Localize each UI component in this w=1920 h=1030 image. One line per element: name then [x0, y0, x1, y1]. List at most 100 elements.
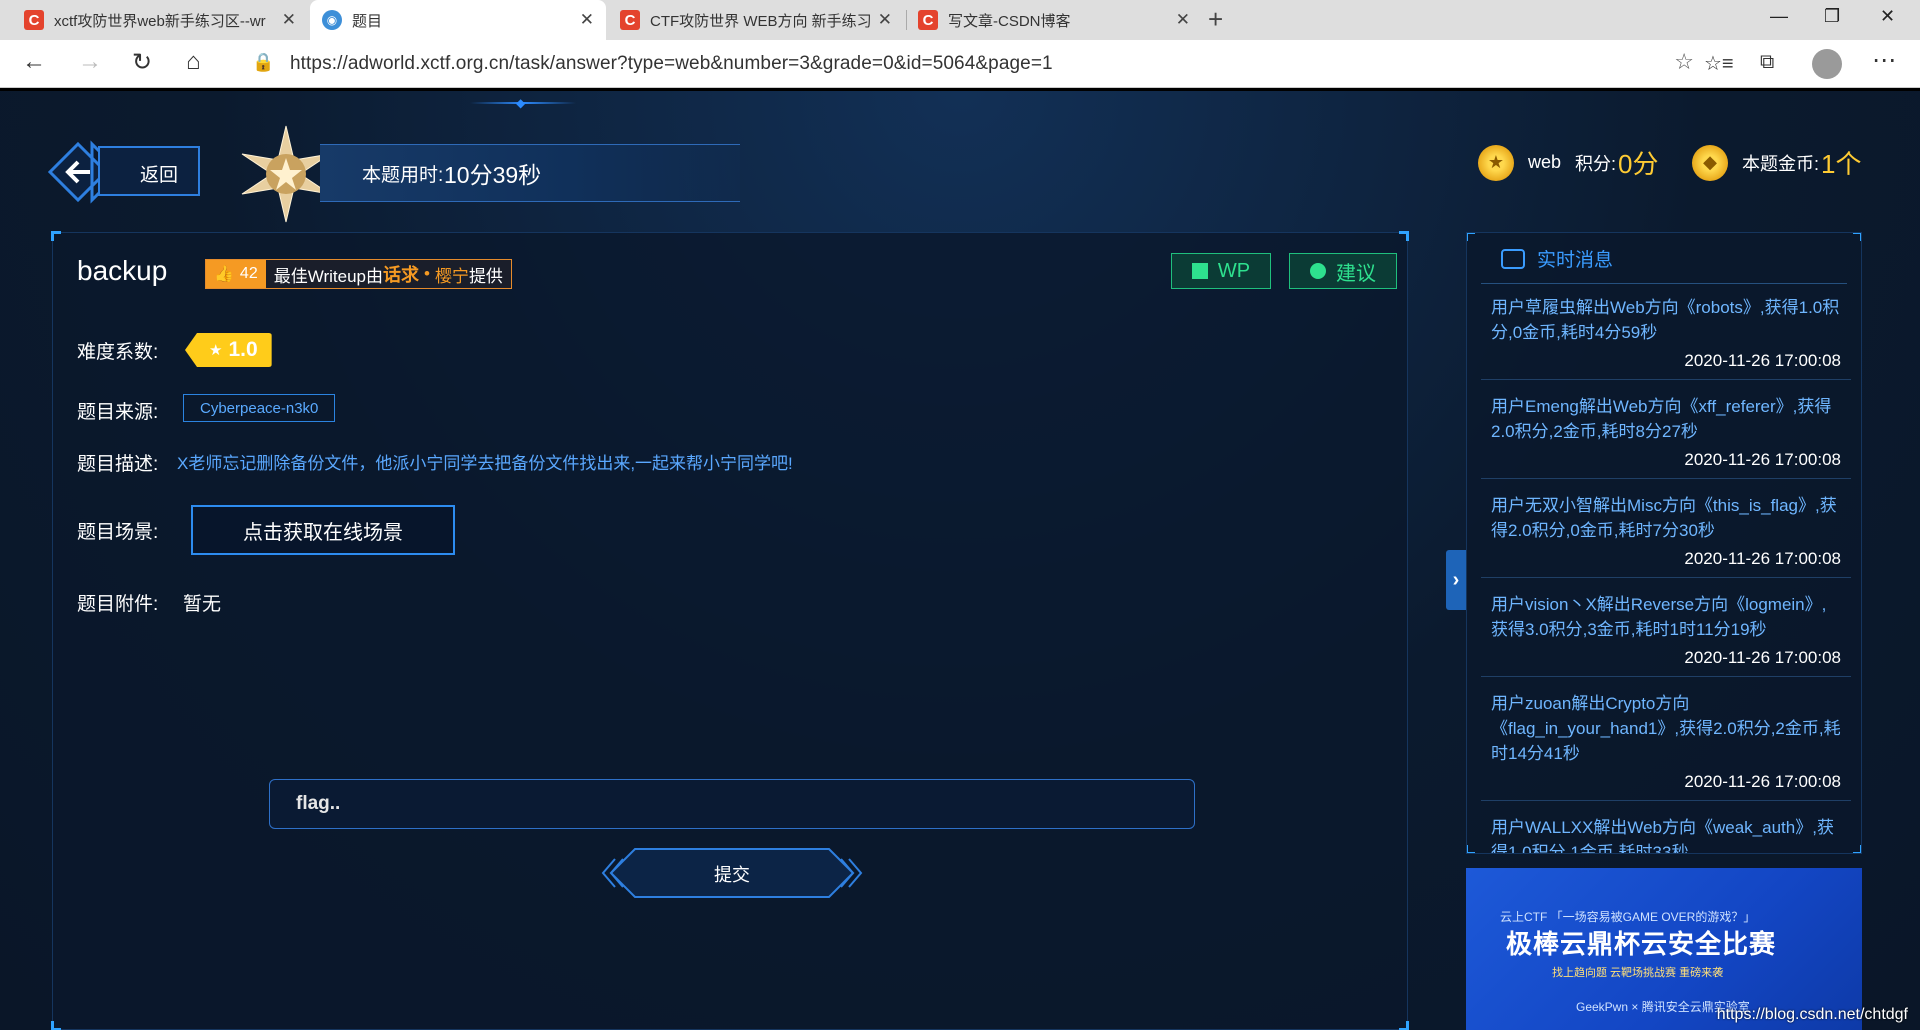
writeup-prefix: 最佳Writeup由: [273, 266, 383, 286]
news-item: 用户zuoan解出Crypto方向《flag_in_your_hand1》,获得…: [1481, 691, 1851, 801]
description-label: 题目描述:: [77, 454, 159, 475]
collections-icon[interactable]: ⧉: [1760, 51, 1774, 74]
new-tab-icon[interactable]: +: [1208, 4, 1223, 35]
task-title: backup: [77, 255, 168, 286]
corner-decoration: [1467, 233, 1475, 241]
close-icon[interactable]: ✕: [282, 10, 296, 30]
close-icon[interactable]: ✕: [878, 10, 892, 30]
refresh-icon[interactable]: ↻: [132, 48, 152, 77]
likes-count: 👍 42: [206, 260, 266, 288]
browser-tab-3[interactable]: C CTF攻防世界 WEB方向 新手练习 ✕: [608, 0, 904, 40]
window-close-icon[interactable]: ✕: [1880, 6, 1895, 27]
news-text: 用户vision丶X解出Reverse方向《logmein》,获得3.0积分,3…: [1491, 595, 1827, 639]
tab-title: 题目: [352, 12, 383, 30]
back-label: 返回: [140, 165, 179, 186]
corner-decoration: [51, 1021, 61, 1030]
star-icon: ★: [209, 342, 223, 359]
ad-tagline: 云上CTF 「一场容易被GAME OVER的游戏？」: [1500, 910, 1756, 924]
score-display: ★ web 积分: 0分: [1478, 144, 1659, 181]
back-arrow-icon[interactable]: ←: [22, 48, 46, 76]
corner-decoration: [1467, 845, 1475, 853]
coin-value: 1个: [1821, 149, 1862, 179]
coin-display: ◆ 本题金币: 1个: [1692, 144, 1861, 181]
adworld-icon: ◉: [322, 10, 342, 30]
csdn-icon: C: [24, 10, 44, 30]
news-text: 用户无双小智解出Misc方向《this_is_flag》,获得2.0积分,0金币…: [1491, 496, 1837, 540]
get-scene-button[interactable]: 点击获取在线场景: [191, 505, 455, 555]
watermark: https://blog.csdn.net/chtdgf: [1716, 1006, 1908, 1023]
live-news-panel: 实时消息 用户草履虫解出Web方向《robots》,获得1.0积分,0金币,耗时…: [1466, 232, 1862, 854]
more-menu-icon[interactable]: ⋯: [1872, 46, 1896, 75]
document-icon: [1191, 263, 1208, 279]
score-label: 积分:: [1575, 153, 1617, 174]
news-text: 用户WALLXX解出Web方向《weak_auth》,获得1.0积分,1金币,耗…: [1491, 818, 1834, 854]
difficulty-label: 难度系数:: [77, 342, 159, 363]
flag-input[interactable]: [269, 779, 1195, 829]
star-medal-icon: ★: [1478, 144, 1514, 181]
news-item: 用户vision丶X解出Reverse方向《logmein》,获得3.0积分,3…: [1481, 592, 1851, 677]
source-tag[interactable]: Cyberpeace-n3k0: [183, 394, 336, 422]
scene-label: 题目场景:: [77, 522, 159, 543]
back-button[interactable]: 返回: [48, 140, 202, 204]
close-icon[interactable]: ✕: [580, 10, 594, 30]
url-field[interactable]: 🔒 https://adworld.xctf.org.cn/task/answe…: [236, 46, 1702, 82]
writeup-badge[interactable]: 👍 42 最佳Writeup由 话求 • 樱宁 提供: [205, 259, 512, 289]
browser-tab-2[interactable]: ◉ 题目 ✕: [310, 0, 606, 40]
score-value: 0分: [1618, 149, 1659, 179]
news-text: 用户zuoan解出Crypto方向《flag_in_your_hand1》,获得…: [1491, 694, 1841, 763]
news-item: 用户无双小智解出Misc方向《this_is_flag》,获得2.0积分,0金币…: [1481, 493, 1851, 578]
browser-tab-4[interactable]: C 写文章-CSDN博客 ✕: [906, 0, 1202, 40]
description-text: X老师忘记删除备份文件，他派小宁同学去把备份文件找出来,一起来帮小宁同学吧!: [177, 454, 793, 473]
difficulty-value: 1.0: [228, 338, 258, 361]
task-panel: backup 👍 42 最佳Writeup由 话求 • 樱宁 提供 WP 建议 难…: [51, 231, 1409, 1030]
ad-title: 极棒云鼎杯云安全比赛: [1506, 929, 1777, 959]
thumbs-up-icon: 👍: [214, 266, 234, 283]
page-content: ◆ 返回 本题用时: 10分39秒 ★ web 积分: 0分 ◆ 本题金币: 1…: [0, 88, 1920, 1030]
wp-button[interactable]: WP: [1171, 253, 1271, 289]
coin-label: 本题金币:: [1742, 153, 1820, 174]
corner-decoration: [1853, 845, 1861, 853]
submit-button[interactable]: 提交: [601, 847, 863, 899]
corner-decoration: [1399, 231, 1409, 241]
corner-decoration: [1853, 233, 1861, 241]
tab-title: CTF攻防世界 WEB方向 新手练习: [650, 12, 870, 30]
forward-arrow-icon[interactable]: →: [78, 48, 102, 76]
news-time: 2020-11-26 17:00:08: [1684, 648, 1841, 667]
news-text: 用户草履虫解出Web方向《robots》,获得1.0积分,0金币,耗时4分59秒: [1491, 298, 1840, 342]
writeup-author: 话求: [382, 265, 419, 285]
home-icon[interactable]: ⌂: [186, 48, 201, 76]
attachment-value: 暂无: [183, 594, 222, 615]
close-icon[interactable]: ✕: [1176, 10, 1190, 30]
news-time: 2020-11-26 17:00:08: [1684, 772, 1841, 791]
url-text: https://adworld.xctf.org.cn/task/answer?…: [290, 53, 1053, 74]
csdn-icon: C: [918, 10, 938, 30]
writeup-team: 樱宁: [434, 266, 469, 286]
likes-value: 42: [239, 265, 258, 282]
browser-tab-bar: C xctf攻防世界web新手练习区--wr ✕ ◉ 题目 ✕ C CTF攻防世…: [0, 0, 1920, 40]
writeup-credit: 最佳Writeup由 话求 • 樱宁 提供: [265, 260, 511, 288]
minimize-icon[interactable]: —: [1770, 6, 1788, 27]
news-time: 2020-11-26 17:00:08: [1684, 450, 1841, 469]
profile-avatar[interactable]: [1812, 49, 1842, 79]
timer-value: 10分39秒: [444, 162, 542, 188]
news-title: 实时消息: [1537, 250, 1614, 271]
attachment-label: 题目附件:: [77, 594, 159, 615]
lock-icon: 🔒: [252, 52, 275, 72]
browser-tab-1[interactable]: C xctf攻防世界web新手练习区--wr ✕: [12, 0, 308, 40]
timer-label: 本题用时:: [362, 165, 444, 186]
suggest-label: 建议: [1336, 262, 1376, 285]
news-time: 2020-11-26 17:00:08: [1684, 549, 1841, 568]
favorite-star-icon[interactable]: ☆: [1674, 49, 1694, 75]
chat-bubble-icon: [1501, 248, 1525, 269]
address-bar-row: ← → ↻ ⌂ 🔒 https://adworld.xctf.org.cn/ta…: [0, 40, 1920, 88]
news-item: 用户Emeng解出Web方向《xff_referer》,获得2.0积分,2金币,…: [1481, 394, 1851, 479]
chevron-right-icon[interactable]: ›: [1446, 550, 1466, 610]
maximize-icon[interactable]: ❐: [1824, 6, 1840, 27]
news-divider: [1481, 283, 1847, 284]
writeup-suffix: 提供: [468, 266, 503, 286]
tab-title: xctf攻防世界web新手练习区--wr: [54, 12, 266, 30]
favorites-icon[interactable]: ☆≡: [1704, 51, 1734, 76]
news-header: 实时消息: [1501, 245, 1613, 272]
difficulty-badge: ★ 1.0: [185, 333, 272, 367]
suggest-button[interactable]: 建议: [1289, 253, 1397, 289]
